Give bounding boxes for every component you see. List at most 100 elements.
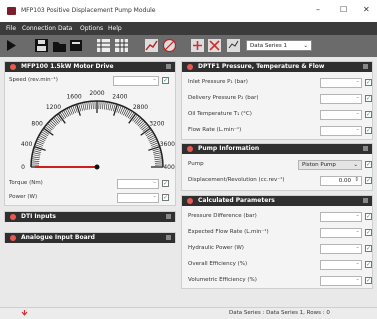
gauge-minor-tick	[91, 101, 92, 109]
analogue-panel-header[interactable]: Analogue Input Board	[5, 233, 175, 243]
gauge-minor-tick	[40, 133, 47, 137]
displacement-checkbox[interactable]: ✓	[365, 177, 372, 184]
oil-temperature-field[interactable]: –	[320, 110, 362, 120]
open-folder-icon[interactable]	[52, 38, 67, 53]
data-series-icon[interactable]	[226, 38, 241, 53]
gauge-minor-tick	[83, 103, 85, 111]
speed-field[interactable]: –	[113, 76, 159, 86]
pressure-difference-field[interactable]: –	[320, 212, 362, 222]
gauge-minor-tick	[106, 102, 107, 110]
torque-label: Torque (Nm)	[9, 180, 43, 186]
gauge-minor-tick	[41, 132, 48, 136]
gauge-minor-tick	[63, 110, 67, 117]
close-button[interactable]: ✕	[363, 5, 370, 14]
stop-icon[interactable]	[162, 38, 177, 53]
dti-panel-title: DTI Inputs	[21, 213, 56, 220]
menu-connection[interactable]: Connection	[22, 25, 56, 32]
analogue-panel-title: Analogue Input Board	[21, 234, 95, 241]
hydraulic-power-field[interactable]: –	[320, 244, 362, 254]
pin-icon[interactable]	[166, 235, 171, 240]
overall-efficiency-checkbox[interactable]: ✓	[365, 261, 372, 268]
speed-label: Speed (rev.min⁻¹)	[9, 77, 58, 83]
gauge-minor-tick	[147, 133, 154, 137]
data-series-value: Data Series 1	[250, 43, 287, 49]
dti-panel-header[interactable]: DTI Inputs	[5, 212, 175, 222]
pin-icon[interactable]	[166, 64, 171, 69]
gauge-minor-tick	[101, 101, 102, 109]
table-icon[interactable]	[96, 38, 111, 53]
dptf-panel-header: DPTF1 Pressure, Temperature & Flow	[182, 62, 372, 72]
calc-panel: Calculated Parameters Pressure Differenc…	[181, 195, 373, 289]
grid-icon[interactable]	[114, 38, 129, 53]
gauge-minor-tick	[31, 161, 39, 162]
torque-field[interactable]: –	[117, 179, 159, 189]
oil-temperature-checkbox[interactable]: ✓	[365, 111, 372, 118]
expected-flow-field[interactable]: –	[320, 228, 362, 238]
speed-checkbox[interactable]: ✓	[162, 77, 169, 84]
torque-checkbox[interactable]: ✓	[162, 180, 169, 187]
menu-data[interactable]: Data	[58, 25, 72, 32]
gauge-minor-tick	[89, 102, 90, 110]
delivery-pressure-field[interactable]: –	[320, 94, 362, 104]
gauge-minor-tick	[102, 101, 103, 109]
gauge-tick-label: 800	[31, 121, 43, 128]
power-checkbox[interactable]: ✓	[162, 194, 169, 201]
gauge-minor-tick	[135, 117, 140, 123]
pressure-difference-label: Pressure Difference (bar)	[188, 213, 257, 219]
expected-flow-checkbox[interactable]: ✓	[365, 229, 372, 236]
save-icon[interactable]	[34, 38, 49, 53]
gauge-minor-tick	[128, 111, 132, 118]
flow-rate-label: Flow Rate (L.min⁻¹)	[188, 127, 241, 133]
delete-row-icon[interactable]	[207, 38, 222, 53]
gauge-minor-tick	[39, 135, 46, 139]
oil-temperature-label: Oil Temperature T₁ (°C)	[188, 111, 252, 117]
dti-panel[interactable]: DTI Inputs	[4, 211, 176, 222]
volumetric-efficiency-field[interactable]: –	[320, 276, 362, 286]
spinner-icon[interactable]: ⇕	[354, 176, 359, 185]
overall-efficiency-field[interactable]: –	[320, 260, 362, 270]
flow-rate-checkbox[interactable]: ✓	[365, 127, 372, 134]
add-row-icon[interactable]	[190, 38, 205, 53]
maximize-button[interactable]: ☐	[340, 5, 347, 14]
pump-value: Piston Pump	[302, 162, 336, 168]
hydraulic-power-checkbox[interactable]: ✓	[365, 245, 372, 252]
gauge-minor-tick	[32, 157, 40, 158]
pump-panel: Pump Information Pump Piston Pump ⌄ ✓ Di…	[181, 143, 373, 191]
minimize-button[interactable]: –	[316, 5, 320, 14]
displacement-value: 0.00	[339, 178, 351, 184]
gauge-tick-label: 400	[21, 141, 33, 148]
gauge-minor-tick	[154, 153, 162, 155]
menu-help[interactable]: Help	[108, 25, 122, 32]
pin-icon[interactable]	[363, 64, 368, 69]
flow-rate-field[interactable]: –	[320, 126, 362, 136]
pin-icon[interactable]	[166, 214, 171, 219]
chart-icon[interactable]	[144, 38, 159, 53]
pump-select[interactable]: Piston Pump ⌄	[298, 160, 362, 170]
alert-icon	[187, 64, 193, 70]
gauge-minor-tick	[46, 125, 52, 130]
export-icon[interactable]	[69, 38, 84, 53]
pump-checkbox[interactable]: ✓	[365, 161, 372, 168]
menu-file[interactable]: File	[6, 25, 16, 32]
inlet-pressure-checkbox[interactable]: ✓	[365, 79, 372, 86]
window-title: MFP103 Positive Displacement Pump Module	[21, 7, 156, 14]
inlet-pressure-field[interactable]: –	[320, 78, 362, 88]
pump-panel-title: Pump Information	[198, 145, 259, 152]
chevron-down-icon: ⌄	[353, 161, 358, 170]
menu-options[interactable]: Options	[80, 25, 103, 32]
gauge-minor-tick	[127, 110, 131, 117]
pin-icon[interactable]	[363, 146, 368, 151]
volumetric-efficiency-checkbox[interactable]: ✓	[365, 277, 372, 284]
gauge-hub	[95, 165, 100, 170]
power-field[interactable]: –	[117, 193, 159, 203]
pump-panel-header: Pump Information	[182, 144, 372, 154]
pressure-difference-checkbox[interactable]: ✓	[365, 213, 372, 220]
gauge-minor-tick	[141, 123, 147, 128]
displacement-field[interactable]: 0.00 ⇕	[320, 176, 362, 186]
gauge-minor-tick	[62, 111, 66, 118]
data-series-select[interactable]: Data Series 1 ⌄	[246, 40, 312, 51]
play-icon[interactable]	[4, 38, 19, 53]
delivery-pressure-checkbox[interactable]: ✓	[365, 95, 372, 102]
analogue-panel[interactable]: Analogue Input Board	[4, 232, 176, 243]
pin-icon[interactable]	[363, 198, 368, 203]
